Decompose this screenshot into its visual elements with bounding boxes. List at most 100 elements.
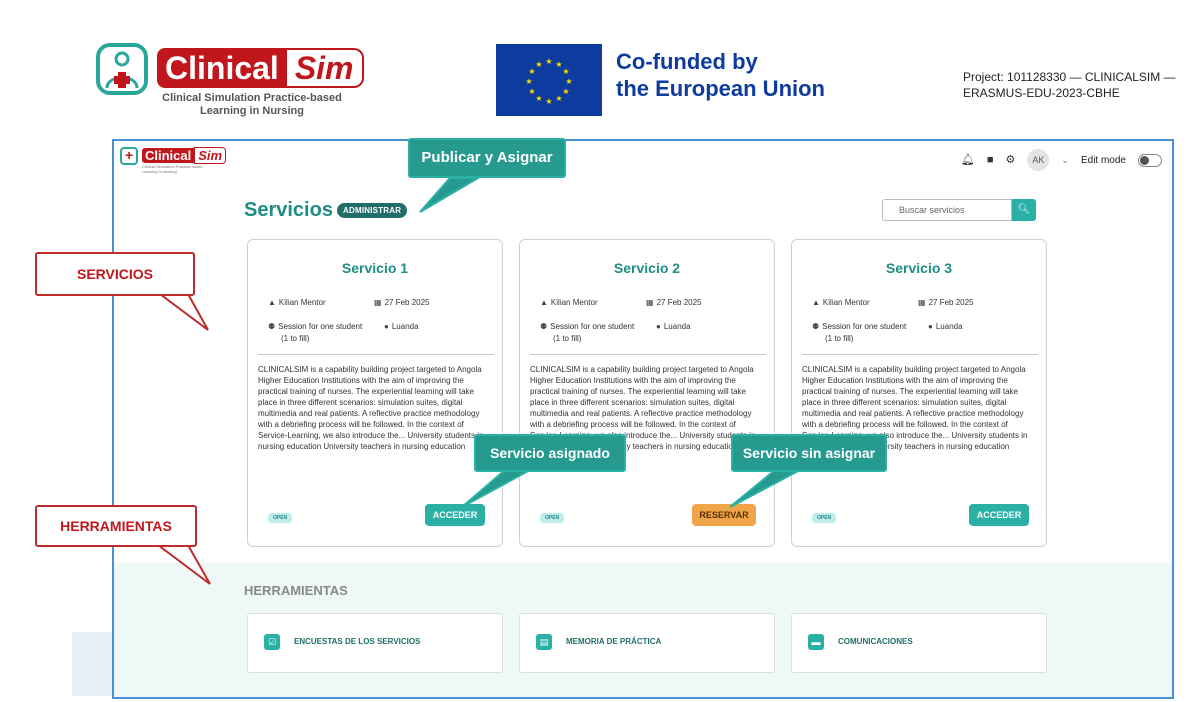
service-card: Servicio 1 ▲ Kilian Mentor ▦ 27 Feb 2025 ⚉… bbox=[247, 239, 503, 547]
eu-line-2: the European Union bbox=[616, 76, 825, 101]
svg-text:★: ★ bbox=[525, 77, 532, 86]
svg-text:★: ★ bbox=[535, 60, 542, 69]
svg-text:★: ★ bbox=[555, 94, 562, 103]
search-input[interactable]: Buscar servicios bbox=[882, 199, 1012, 221]
user-icon: ▲ bbox=[268, 298, 276, 307]
app-logo-word-sim: Sim bbox=[194, 147, 227, 164]
date-text: 27 Feb 2025 bbox=[656, 298, 702, 307]
svg-text:★: ★ bbox=[565, 77, 572, 86]
mentor-name: Kilian Mentor bbox=[550, 298, 598, 307]
date: ▦ 27 Feb 2025 bbox=[918, 298, 974, 308]
fill-count: (1 to fill) bbox=[281, 334, 310, 343]
session-text: Session for one student bbox=[822, 322, 907, 331]
app-logo-wordmark: Clinical Sim bbox=[142, 147, 227, 164]
nurse-icon bbox=[96, 43, 148, 95]
eu-flag-icon: ★ ★★ ★★★ ★★★ ★★★ bbox=[496, 44, 602, 116]
app-logo-word-clinical: Clinical bbox=[142, 148, 195, 163]
gear-icon[interactable]: ⚙ bbox=[1006, 149, 1016, 171]
divider bbox=[258, 354, 494, 355]
topbar-actions: 🔔︎ ■ ⚙ AK ⌄ Edit mode bbox=[961, 149, 1162, 171]
location: ● Luanda bbox=[656, 322, 691, 332]
tool-label: COMUNICACIONES bbox=[838, 637, 913, 646]
tools-section: HERRAMIENTAS ☑ ENCUESTAS DE LOS SERVICIO… bbox=[114, 563, 1172, 697]
avatar[interactable]: AK bbox=[1027, 149, 1050, 171]
access-button[interactable]: ACCEDER bbox=[425, 504, 485, 526]
chevron-down-icon[interactable]: ⌄ bbox=[1061, 155, 1069, 166]
location-text: Luanda bbox=[391, 322, 419, 331]
logo-word-sim: Sim bbox=[286, 48, 364, 88]
survey-icon: ☑ bbox=[264, 634, 280, 650]
tool-communications[interactable]: ▬ COMUNICACIONES bbox=[791, 613, 1047, 673]
access-button[interactable]: ACCEDER bbox=[969, 504, 1029, 526]
svg-text:★: ★ bbox=[545, 57, 552, 66]
callout-assigned: Servicio asignado bbox=[474, 434, 626, 472]
mentor-name: Kilian Mentor bbox=[822, 298, 870, 307]
calendar-icon: ▦ bbox=[374, 298, 382, 307]
divider bbox=[530, 354, 766, 355]
mentor: ▲ Kilian Mentor bbox=[268, 298, 326, 308]
search-icon[interactable]: 🔍︎ bbox=[1012, 199, 1036, 221]
reserve-button[interactable]: RESERVAR bbox=[692, 504, 756, 526]
mentor: ▲ Kilian Mentor bbox=[812, 298, 870, 308]
nurse-icon bbox=[120, 147, 138, 165]
edit-mode-toggle[interactable] bbox=[1138, 153, 1162, 167]
callout-tools: HERRAMIENTAS bbox=[35, 505, 197, 547]
card-title[interactable]: Servicio 2 bbox=[520, 260, 774, 276]
background-decoration bbox=[72, 632, 112, 696]
calendar-icon: ▦ bbox=[646, 298, 654, 307]
top-bar: ClinicalSim Clinical Simulation Practice… bbox=[114, 141, 1172, 181]
group-icon: ⚉ bbox=[540, 322, 548, 331]
chat-icon[interactable]: ■ bbox=[987, 149, 994, 171]
location-text: Luanda bbox=[663, 322, 691, 331]
logo-wordmark: Clinical Sim bbox=[157, 48, 364, 88]
edit-mode-label: Edit mode bbox=[1080, 154, 1126, 166]
user-icon: ▲ bbox=[540, 298, 548, 307]
divider bbox=[802, 354, 1038, 355]
chat-icon: ▬ bbox=[808, 634, 824, 650]
tool-label: MEMORIA DE PRÁCTICA bbox=[566, 637, 662, 646]
logo-word-clinical: Clinical bbox=[157, 48, 287, 88]
callout-services: SERVICIOS bbox=[35, 252, 195, 296]
tools-title: HERRAMIENTAS bbox=[244, 583, 348, 598]
tool-surveys[interactable]: ☑ ENCUESTAS DE LOS SERVICIOS bbox=[247, 613, 503, 673]
page-title: Servicios bbox=[244, 199, 333, 221]
fill-count: (1 to fill) bbox=[825, 334, 854, 343]
location: ● Luanda bbox=[928, 322, 963, 332]
card-description: CLINICALSIM is a capability building pro… bbox=[258, 365, 484, 451]
date-text: 27 Feb 2025 bbox=[384, 298, 430, 307]
project-info: Project: 101128330 — CLINICALSIM — ERASM… bbox=[963, 70, 1176, 100]
admin-button[interactable]: ADMINISTRAR bbox=[337, 203, 408, 218]
svg-text:★: ★ bbox=[528, 87, 535, 96]
eu-line-1: Co-funded by bbox=[616, 49, 758, 74]
bell-icon[interactable]: 🔔︎ bbox=[961, 149, 975, 171]
svg-text:★: ★ bbox=[562, 67, 569, 76]
status-badge: OPEN bbox=[540, 513, 565, 523]
session-text: Session for one student bbox=[550, 322, 635, 331]
status-badge: OPEN bbox=[268, 513, 293, 523]
logo-subtitle: Clinical Simulation Practice-based Learn… bbox=[162, 92, 342, 117]
clinicalsim-logo: Clinical Sim Clinical Simulation Practic… bbox=[95, 42, 365, 120]
location-icon: ● bbox=[656, 322, 661, 331]
status-badge: OPEN bbox=[812, 513, 837, 523]
date-text: 27 Feb 2025 bbox=[928, 298, 974, 307]
card-title[interactable]: Servicio 1 bbox=[248, 260, 502, 276]
session: ⚉ Session for one student bbox=[268, 322, 362, 332]
location-icon: ● bbox=[384, 322, 389, 331]
callout-publish: Publicar y Asignar bbox=[408, 138, 566, 178]
date: ▦ 27 Feb 2025 bbox=[646, 298, 702, 308]
document-icon: ▤ bbox=[536, 634, 552, 650]
app-logo[interactable]: ClinicalSim Clinical Simulation Practice… bbox=[120, 147, 227, 175]
session: ⚉ Session for one student bbox=[540, 322, 634, 332]
callout-unassigned: Servicio sin asignar bbox=[731, 434, 887, 472]
svg-text:★: ★ bbox=[535, 94, 542, 103]
svg-text:★: ★ bbox=[562, 87, 569, 96]
mentor-name: Kilian Mentor bbox=[278, 298, 326, 307]
tool-memory[interactable]: ▤ MEMORIA DE PRÁCTICA bbox=[519, 613, 775, 673]
location-text: Luanda bbox=[935, 322, 963, 331]
user-icon: ▲ bbox=[812, 298, 820, 307]
tool-label: ENCUESTAS DE LOS SERVICIOS bbox=[294, 637, 421, 646]
card-title[interactable]: Servicio 3 bbox=[792, 260, 1046, 276]
calendar-icon: ▦ bbox=[918, 298, 926, 307]
date: ▦ 27 Feb 2025 bbox=[374, 298, 430, 308]
app-logo-subtitle: Clinical Simulation Practice-based Learn… bbox=[142, 164, 203, 174]
